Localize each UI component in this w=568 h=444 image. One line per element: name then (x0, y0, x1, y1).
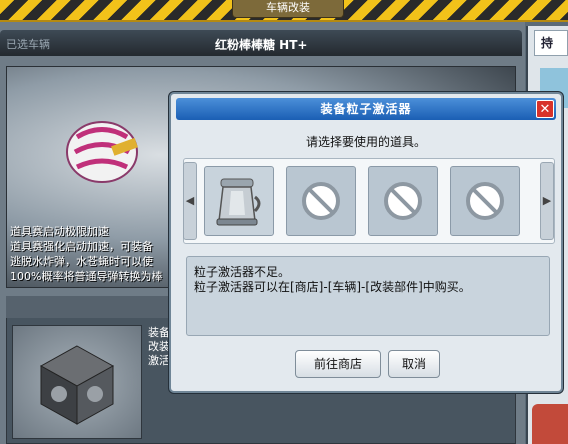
description-line: 逃脱水炸弹，水苍蝇时可以使 (10, 255, 153, 268)
cube-part-icon (39, 345, 115, 425)
no-entry-icon (302, 182, 340, 220)
part-description: 装备 改装 激活 (148, 326, 170, 368)
item-slot-empty[interactable] (286, 166, 356, 236)
vehicle-name: 红粉棒棒糖 HT+ (215, 38, 308, 52)
message-purchase-hint: 粒子激活器可以在[商店]-[车辆]-[改装部件]中购买。 (194, 280, 471, 294)
item-slot-empty[interactable] (368, 166, 438, 236)
vehicle-description: 道具赛启动极限加速 道具赛强化启动加速，可装备 逃脱水炸弹，水苍蝇时可以使 10… (10, 224, 162, 284)
cancel-button[interactable]: 取消 (388, 350, 440, 378)
scroll-right-button[interactable]: ▶ (540, 162, 554, 240)
screen-title: 车辆改装 (232, 0, 344, 18)
description-line: 100%概率将普通导弹转换为棒 (10, 270, 163, 283)
description-line: 道具赛强化启动加速，可装备 (10, 240, 153, 253)
description-line: 道具赛启动极限加速 (10, 225, 109, 238)
no-entry-icon (384, 182, 422, 220)
chevron-left-icon: ◀ (185, 194, 195, 207)
part-text-line: 激活 (148, 354, 170, 367)
selected-vehicle-label: 已选车辆 (6, 38, 50, 51)
item-slot-empty[interactable] (450, 166, 520, 236)
dialog-prompt: 请选择要使用的道具。 (305, 135, 426, 149)
right-panel-button[interactable] (532, 404, 568, 444)
scroll-left-button[interactable]: ◀ (183, 162, 197, 240)
go-to-shop-button[interactable]: 前往商店 (295, 350, 381, 378)
part-cube-thumbnail[interactable] (12, 325, 142, 439)
right-panel-tab[interactable]: 持 (534, 30, 568, 56)
chevron-right-icon: ▶ (542, 194, 552, 207)
item-slot-particle-activator[interactable] (204, 166, 274, 236)
particle-activator-icon (216, 178, 261, 226)
close-icon: ✕ (539, 102, 551, 117)
close-button[interactable]: ✕ (536, 100, 554, 118)
part-text-line: 改装 (148, 340, 170, 353)
dialog-title: 装备粒子激活器 (320, 102, 412, 116)
no-entry-icon (466, 182, 504, 220)
part-text-line: 装备 (148, 326, 170, 339)
